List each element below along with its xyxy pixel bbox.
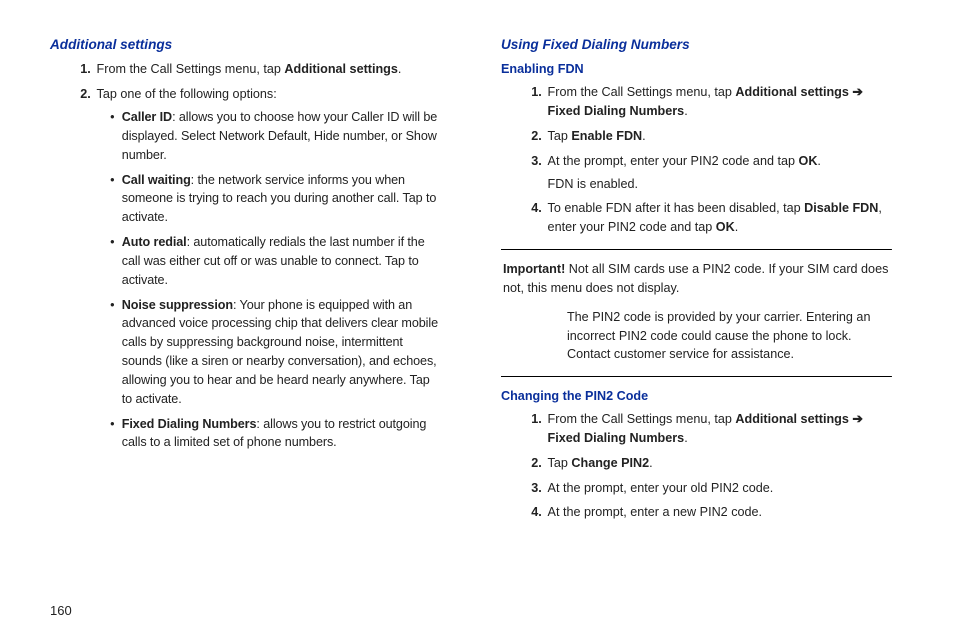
divider [501, 376, 892, 377]
step-number: 4. [518, 199, 541, 218]
step-item: 4. At the prompt, enter a new PIN2 code. [548, 503, 892, 522]
arrow-icon: ➔ [849, 411, 863, 426]
text-fragment: . [735, 219, 739, 234]
bold-term: Noise suppression [122, 297, 233, 312]
step-text: From the Call Settings menu, tap Additio… [97, 61, 402, 76]
step-number: 3. [518, 152, 541, 171]
text-fragment: . [684, 103, 688, 118]
text-fragment: Tap [548, 455, 572, 470]
bold-term: Additional settings [284, 61, 397, 76]
important-paragraph: The PIN2 code is provided by your carrie… [503, 308, 890, 365]
step-text: Tap one of the following options: [97, 86, 277, 101]
step-text: At the prompt, enter your PIN2 code and … [548, 153, 821, 168]
bold-term: Caller ID [122, 109, 172, 124]
step-item: 1. From the Call Settings menu, tap Addi… [548, 410, 892, 448]
step-text: From the Call Settings menu, tap Additio… [548, 84, 863, 118]
bold-term: Additional settings [735, 411, 848, 426]
step-item: 2. Tap one of the following options: Cal… [97, 85, 441, 452]
left-column: Additional settings 1. From the Call Set… [50, 34, 441, 610]
step-text: From the Call Settings menu, tap Additio… [548, 411, 863, 445]
important-paragraph: Important! Not all SIM cards use a PIN2 … [503, 260, 890, 298]
text-fragment: Tap [548, 128, 572, 143]
divider [501, 249, 892, 250]
bold-term: Fixed Dialing Numbers [548, 430, 685, 445]
bullet-list: Caller ID: allows you to choose how your… [97, 108, 441, 452]
right-column: Using Fixed Dialing Numbers Enabling FDN… [501, 34, 892, 610]
steps-list: 1. From the Call Settings menu, tap Addi… [50, 60, 441, 452]
section-heading: Additional settings [50, 34, 441, 54]
section-heading: Using Fixed Dialing Numbers [501, 34, 892, 54]
text-fragment: . [642, 128, 646, 143]
step-item: 2. Tap Enable FDN. [548, 127, 892, 146]
bold-term: OK [799, 153, 818, 168]
bold-term: Fixed Dialing Numbers [122, 416, 257, 431]
bullet-item: Noise suppression: Your phone is equippe… [110, 296, 441, 409]
step-text: Tap Change PIN2. [548, 455, 653, 470]
text-fragment: . [684, 430, 688, 445]
bold-term: Change PIN2 [571, 455, 649, 470]
step-number: 4. [518, 503, 541, 522]
subsection-heading: Enabling FDN [501, 60, 892, 79]
step-text: At the prompt, enter your old PIN2 code. [548, 480, 774, 495]
bold-term: OK [716, 219, 735, 234]
bullet-item: Fixed Dialing Numbers: allows you to res… [110, 415, 441, 453]
page-number: 160 [50, 603, 72, 618]
step-item: 3. At the prompt, enter your old PIN2 co… [548, 479, 892, 498]
step-item: 1. From the Call Settings menu, tap Addi… [97, 60, 441, 79]
step-number: 3. [518, 479, 541, 498]
steps-list: 1. From the Call Settings menu, tap Addi… [501, 83, 892, 237]
text-fragment: . [398, 61, 402, 76]
text-fragment: At the prompt, enter your PIN2 code and … [548, 153, 799, 168]
bullet-item: Call waiting: the network service inform… [110, 171, 441, 228]
text-fragment: . [817, 153, 821, 168]
step-text: To enable FDN after it has been disabled… [548, 200, 882, 234]
step-number: 2. [518, 127, 541, 146]
arrow-icon: ➔ [849, 84, 863, 99]
step-item: 1. From the Call Settings menu, tap Addi… [548, 83, 892, 121]
manual-page: Additional settings 1. From the Call Set… [0, 0, 954, 636]
step-item: 4. To enable FDN after it has been disab… [548, 199, 892, 237]
important-note: Important! Not all SIM cards use a PIN2 … [501, 260, 892, 364]
step-number: 1. [518, 83, 541, 102]
bullet-item: Auto redial: automatically redials the l… [110, 233, 441, 290]
subsection-heading: Changing the PIN2 Code [501, 387, 892, 406]
bold-term: Fixed Dialing Numbers [548, 103, 685, 118]
step-item: 2. Tap Change PIN2. [548, 454, 892, 473]
text-fragment: From the Call Settings menu, tap [548, 411, 736, 426]
bold-term: Enable FDN [571, 128, 642, 143]
important-label: Important! [503, 261, 565, 276]
step-note: FDN is enabled. [548, 175, 892, 194]
bullet-item: Caller ID: allows you to choose how your… [110, 108, 441, 165]
text-fragment: From the Call Settings menu, tap [97, 61, 285, 76]
text-fragment: From the Call Settings menu, tap [548, 84, 736, 99]
steps-list: 1. From the Call Settings menu, tap Addi… [501, 410, 892, 522]
step-number: 2. [67, 85, 90, 104]
step-text: Tap Enable FDN. [548, 128, 646, 143]
step-text: At the prompt, enter a new PIN2 code. [548, 504, 762, 519]
bold-term: Disable FDN [804, 200, 878, 215]
text-fragment: : Your phone is equipped with an advance… [122, 297, 438, 406]
text-fragment: . [649, 455, 653, 470]
bold-term: Call waiting [122, 172, 191, 187]
text-fragment: To enable FDN after it has been disabled… [548, 200, 805, 215]
bold-term: Auto redial [122, 234, 187, 249]
step-number: 1. [67, 60, 90, 79]
step-number: 1. [518, 410, 541, 429]
bold-term: Additional settings [735, 84, 848, 99]
step-number: 2. [518, 454, 541, 473]
step-item: 3. At the prompt, enter your PIN2 code a… [548, 152, 892, 194]
